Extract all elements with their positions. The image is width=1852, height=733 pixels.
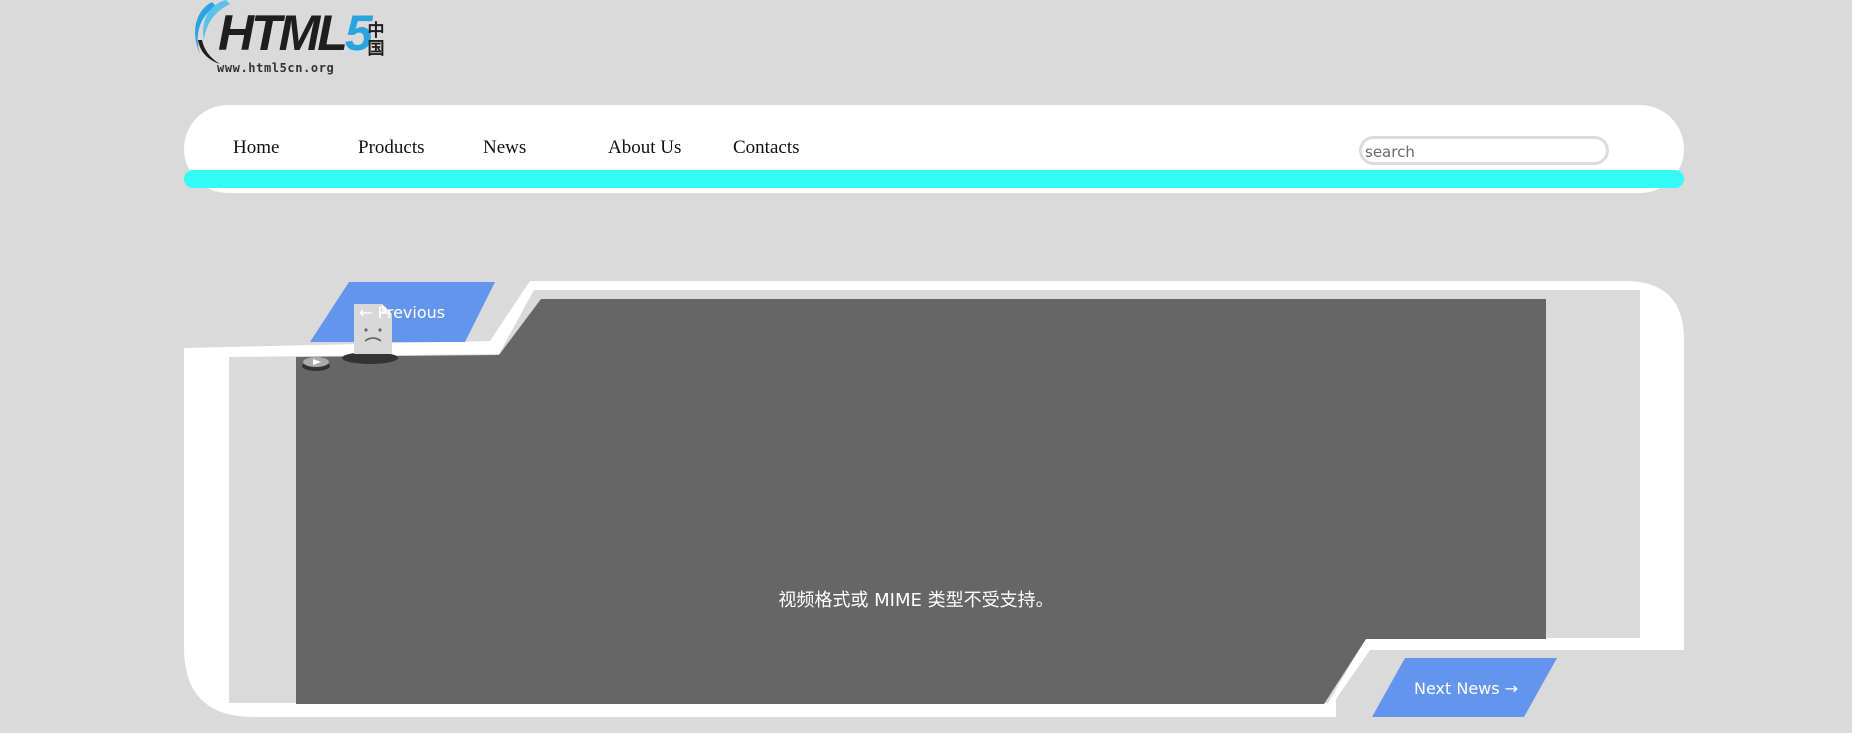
video-error-message: 视频格式或 MIME 类型不受支持。: [778, 590, 1054, 611]
main-nav: Home Products News About Us Contacts: [184, 105, 1684, 193]
search-input[interactable]: [1359, 136, 1609, 165]
frame-inner: [229, 290, 1640, 703]
nav-item-news[interactable]: News: [483, 137, 526, 159]
html5cn-logo[interactable]: HTML5 中国 www.html5cn.org: [190, 0, 400, 80]
previous-button[interactable]: ← Previous: [359, 303, 445, 322]
nav-item-about-us[interactable]: About Us: [608, 137, 681, 159]
nav-item-products[interactable]: Products: [358, 137, 425, 159]
nav-accent-bar: [184, 170, 1684, 188]
logo-url: www.html5cn.org: [217, 61, 335, 75]
video-player[interactable]: 视频格式或 MIME 类型不受支持。: [296, 300, 1546, 705]
nav-item-contacts[interactable]: Contacts: [733, 137, 800, 159]
frame-outer: [184, 281, 1684, 717]
logo-wordmark: HTML5: [218, 5, 373, 61]
nav-item-home[interactable]: Home: [233, 137, 279, 159]
video-area: [296, 299, 1546, 704]
next-news-button[interactable]: Next News →: [1414, 679, 1518, 698]
logo-cn-text: 中国: [367, 21, 385, 59]
